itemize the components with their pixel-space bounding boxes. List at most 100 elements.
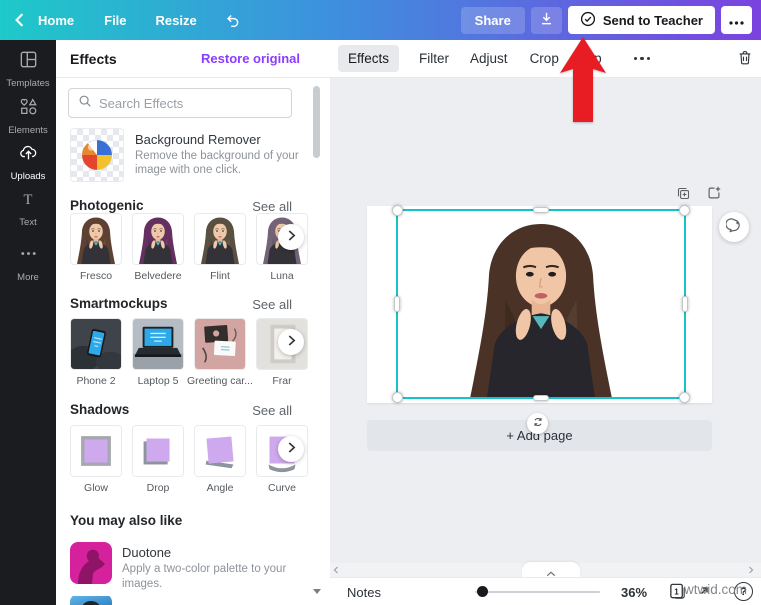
comment-button[interactable] (719, 212, 749, 242)
chevron-right-icon (287, 229, 296, 245)
menu-file[interactable]: File (104, 13, 126, 28)
search-effects-box[interactable] (68, 88, 292, 118)
sidebar-item-templates[interactable]: Templates (0, 48, 56, 90)
sidebar-item-more[interactable]: More (0, 242, 56, 284)
menu-resize[interactable]: Resize (156, 13, 197, 28)
effect-thumb-fresco[interactable] (70, 213, 122, 265)
top-bar: Home File Resize Share (0, 0, 761, 40)
sidebar-label: Uploads (11, 171, 46, 182)
resize-handle-bottom[interactable] (533, 395, 549, 401)
question-mark-icon: ? (740, 586, 747, 598)
background-remover-thumbnail[interactable] (70, 128, 124, 182)
zoom-slider-track[interactable] (475, 591, 600, 593)
help-button[interactable]: ? (734, 582, 753, 601)
effect-thumb-laptop-5[interactable] (132, 318, 184, 370)
add-new-page-button[interactable] (706, 185, 722, 204)
sidebar-item-uploads[interactable]: Uploads (0, 141, 56, 183)
fullscreen-button[interactable] (698, 585, 710, 600)
menu-home[interactable]: Home (38, 13, 74, 28)
see-all-photogenic[interactable]: See all (252, 199, 292, 214)
resize-handle-top-right[interactable] (679, 205, 690, 216)
design-page[interactable] (367, 206, 712, 403)
sidebar-item-elements[interactable]: Elements (0, 95, 56, 137)
panel-title: Effects (70, 51, 117, 67)
tab-adjust[interactable]: Adjust (470, 51, 508, 66)
undo-icon[interactable] (224, 11, 242, 29)
zoom-level: 36% (621, 585, 647, 600)
duotone-thumbnail[interactable] (70, 542, 112, 584)
search-icon (78, 94, 92, 113)
send-to-teacher-button[interactable]: Send to Teacher (568, 6, 715, 34)
text-icon: T (18, 189, 38, 214)
toolbar-more-icon[interactable] (634, 57, 651, 61)
svg-text:1: 1 (674, 587, 679, 596)
resize-handle-bottom-right[interactable] (679, 392, 690, 403)
collapse-panel-tab[interactable] (522, 562, 580, 577)
elements-icon (18, 96, 39, 122)
add-page-icon (706, 185, 722, 204)
sidebar-label: Text (19, 217, 36, 228)
canva-editor-window: Home File Resize Share (0, 0, 761, 605)
tab-filter[interactable]: Filter (419, 51, 449, 66)
tab-flip[interactable]: Flip (580, 51, 602, 66)
tab-crop[interactable]: Crop (530, 51, 559, 66)
effect-thumb-phone-2[interactable] (70, 318, 122, 370)
back-icon[interactable] (14, 13, 25, 27)
send-to-teacher-label: Send to Teacher (603, 13, 703, 28)
shadows-next-button[interactable] (278, 436, 304, 462)
canvas-image-woman-portrait[interactable] (398, 211, 684, 397)
svg-text:T: T (24, 192, 33, 208)
resize-handle-left[interactable] (394, 296, 400, 312)
duplicate-page-button[interactable] (676, 186, 691, 204)
zoom-slider-knob[interactable] (477, 586, 488, 597)
effect-thumb-angle[interactable] (194, 425, 246, 477)
background-remover-title[interactable]: Background Remover (135, 132, 261, 147)
resize-handle-bottom-left[interactable] (392, 392, 403, 403)
notes-button[interactable]: Notes (347, 585, 381, 600)
effect-thumb-glow[interactable] (70, 425, 122, 477)
resize-handle-top[interactable] (533, 207, 549, 213)
templates-icon (18, 49, 39, 75)
search-effects-input[interactable] (99, 96, 282, 111)
thumb-label: Curve (242, 482, 322, 494)
canvas-area[interactable]: + Add page (330, 78, 761, 577)
sidebar-label: Templates (6, 78, 49, 89)
resize-handle-top-left[interactable] (392, 205, 403, 216)
section-title-photogenic: Photogenic (70, 198, 144, 213)
see-all-smartmockups[interactable]: See all (252, 297, 292, 312)
effect-thumb-flint[interactable] (194, 213, 246, 265)
share-button[interactable]: Share (461, 7, 525, 34)
smartmockups-next-button[interactable] (278, 329, 304, 355)
scroll-left-icon[interactable] (331, 564, 341, 576)
sidebar-label: Elements (8, 125, 48, 136)
see-all-shadows[interactable]: See all (252, 403, 292, 418)
rotate-arrows-icon (532, 416, 544, 431)
duotone-title[interactable]: Duotone (122, 545, 171, 560)
effect-thumb-drop[interactable] (132, 425, 184, 477)
topbar-more-button[interactable] (721, 6, 752, 34)
comment-bubble-icon (726, 217, 743, 237)
effect-thumb-greeting-card[interactable] (194, 318, 246, 370)
partially-visible-list-item[interactable] (70, 594, 112, 605)
section-title-smartmockups: Smartmockups (70, 296, 168, 311)
ellipsis-icon (729, 13, 744, 28)
sidebar-item-text[interactable]: T Text (0, 187, 56, 229)
delete-button[interactable] (737, 49, 753, 69)
page-count-button[interactable]: 1 (668, 582, 687, 604)
uploads-icon (18, 142, 39, 168)
panel-scrollbar[interactable] (313, 86, 320, 158)
scroll-down-arrow-icon[interactable] (313, 589, 321, 594)
thumb-label: Frar (242, 375, 322, 387)
restore-original-link[interactable]: Restore original (201, 51, 300, 66)
effect-thumb-belvedere[interactable] (132, 213, 184, 265)
scroll-right-icon[interactable] (746, 564, 756, 576)
editor-area: Effects Filter Adjust Crop Flip (330, 40, 761, 605)
photogenic-next-button[interactable] (278, 224, 304, 250)
resize-handle-right[interactable] (682, 296, 688, 312)
tab-effects[interactable]: Effects (338, 45, 399, 72)
rotate-handle[interactable] (527, 413, 548, 434)
download-button[interactable] (531, 7, 562, 34)
horizontal-scrollbar[interactable] (330, 563, 761, 577)
status-bar: Notes 36% 1 ? (330, 577, 761, 605)
more-dots-icon (18, 243, 39, 269)
